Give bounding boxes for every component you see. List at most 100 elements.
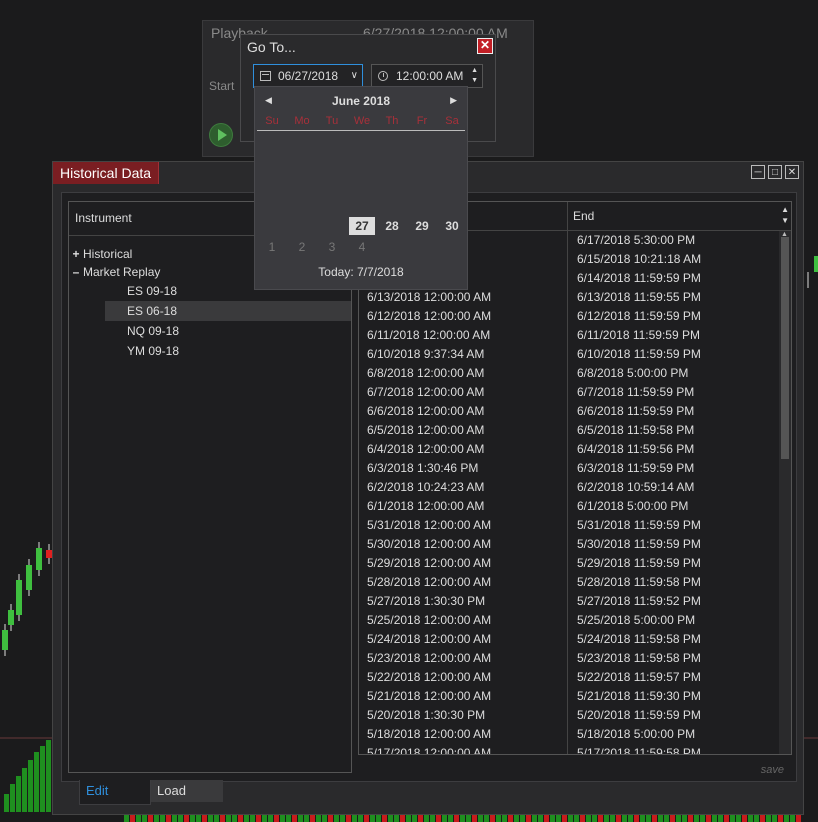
- tree-leaf-instrument[interactable]: YM 09-18: [105, 341, 351, 361]
- calendar-day[interactable]: 29: [409, 217, 435, 235]
- weekday-label: Su: [265, 115, 279, 127]
- weekday-label: Mo: [294, 115, 310, 127]
- table-row[interactable]: 5/28/2018 12:00:00 AM 5/28/2018 11:59:58 …: [359, 573, 777, 592]
- cell-end: 6/7/2018 11:59:59 PM: [577, 385, 695, 399]
- cell-end: 6/17/2018 5:30:00 PM: [577, 233, 696, 247]
- cell-start: 6/11/2018 12:00:00 AM: [367, 328, 491, 342]
- table-row[interactable]: 6/2/2018 10:24:23 AM 6/2/2018 10:59:14 AM: [359, 478, 777, 497]
- table-row[interactable]: 6/3/2018 1:30:46 PM 6/3/2018 11:59:59 PM: [359, 459, 777, 478]
- table-row[interactable]: 5/31/2018 12:00:00 AM 5/31/2018 11:59:59 …: [359, 516, 777, 535]
- tab-load[interactable]: Load: [151, 780, 223, 802]
- table-row[interactable]: 6/7/2018 12:00:00 AM 6/7/2018 11:59:59 PM: [359, 383, 777, 402]
- cell-end: 6/14/2018 11:59:59 PM: [577, 271, 701, 285]
- cell-start: 6/6/2018 12:00:00 AM: [367, 404, 485, 418]
- calendar-divider: [257, 130, 465, 131]
- expand-plus-icon[interactable]: +: [69, 245, 83, 263]
- date-value: 06/27/2018: [278, 69, 339, 83]
- weekday-label: We: [353, 115, 371, 127]
- maximize-icon[interactable]: □: [768, 165, 782, 179]
- save-link[interactable]: save: [761, 764, 784, 776]
- table-row[interactable]: 5/22/2018 12:00:00 AM 5/22/2018 11:59:57 …: [359, 668, 777, 687]
- calendar-day[interactable]: 28: [379, 217, 405, 235]
- cell-end: 6/4/2018 11:59:56 PM: [577, 442, 695, 456]
- minimize-icon[interactable]: ─: [751, 165, 765, 179]
- cell-end: 6/11/2018 11:59:59 PM: [577, 328, 700, 342]
- tree-leaf-instrument[interactable]: ES 06-18: [105, 301, 351, 321]
- calendar-day[interactable]: 30: [439, 217, 465, 235]
- tab-edit[interactable]: Edit: [79, 780, 151, 805]
- cell-start: 6/10/2018 9:37:34 AM: [367, 347, 485, 361]
- calendar-day-next-month[interactable]: 4: [349, 238, 375, 256]
- dialog-title: Go To...: [247, 39, 296, 55]
- cell-start: 5/21/2018 12:00:00 AM: [367, 689, 492, 703]
- time-spinner-icon[interactable]: ▲ ▼: [471, 66, 478, 86]
- sort-arrows-icon[interactable]: ▲ ▼: [781, 204, 789, 226]
- cell-end: 6/5/2018 11:59:58 PM: [577, 423, 695, 437]
- cell-start: 6/13/2018 12:00:00 AM: [367, 290, 492, 304]
- cell-end: 5/30/2018 11:59:59 PM: [577, 537, 701, 551]
- table-row[interactable]: 6/4/2018 12:00:00 AM 6/4/2018 11:59:56 PM: [359, 440, 777, 459]
- cell-end: 5/24/2018 11:59:58 PM: [577, 632, 701, 646]
- date-picker-field[interactable]: 06/27/2018 ∨: [253, 64, 363, 88]
- weekday-label: Th: [385, 115, 399, 127]
- table-row[interactable]: 5/20/2018 1:30:30 PM 5/20/2018 11:59:59 P…: [359, 706, 777, 725]
- calendar-day[interactable]: 27: [349, 217, 375, 235]
- cell-start: 5/23/2018 12:00:00 AM: [367, 651, 492, 665]
- cell-end: 6/8/2018 5:00:00 PM: [577, 366, 689, 380]
- table-row[interactable]: 6/1/2018 12:00:00 AM 6/1/2018 5:00:00 PM: [359, 497, 777, 516]
- cell-end: 5/28/2018 11:59:58 PM: [577, 575, 701, 589]
- next-month-icon[interactable]: ▶: [450, 95, 457, 106]
- scrollbar-thumb[interactable]: [781, 237, 789, 459]
- table-row[interactable]: 5/18/2018 12:00:00 AM 5/18/2018 5:00:00 P…: [359, 725, 777, 744]
- play-icon[interactable]: [209, 123, 233, 147]
- candle-body: [814, 256, 818, 272]
- calendar-day-next-month[interactable]: 1: [259, 238, 285, 256]
- cell-end: 5/22/2018 11:59:57 PM: [577, 670, 701, 684]
- close-icon[interactable]: ✕: [785, 165, 799, 179]
- table-row[interactable]: 5/30/2018 12:00:00 AM 5/30/2018 11:59:59 …: [359, 535, 777, 554]
- calendar-day-next-month[interactable]: 3: [319, 238, 345, 256]
- close-icon[interactable]: ✕: [477, 38, 493, 54]
- table-row[interactable]: 5/17/2018 12:00:00 AM 5/17/2018 11:59:58 …: [359, 744, 777, 755]
- table-row[interactable]: 6/6/2018 12:00:00 AM 6/6/2018 11:59:59 PM: [359, 402, 777, 421]
- time-picker-field[interactable]: 12:00:00 AM ▲ ▼: [371, 64, 483, 88]
- cell-end: 6/13/2018 11:59:55 PM: [577, 290, 701, 304]
- volume-bar: [40, 746, 45, 812]
- table-row[interactable]: 6/11/2018 12:00:00 AM 6/11/2018 11:59:59 …: [359, 326, 777, 345]
- calendar-day-next-month[interactable]: 2: [289, 238, 315, 256]
- table-row[interactable]: 5/21/2018 12:00:00 AM 5/21/2018 11:59:30 …: [359, 687, 777, 706]
- table-row[interactable]: 6/12/2018 12:00:00 AM 6/12/2018 11:59:59 …: [359, 307, 777, 326]
- vertical-scrollbar[interactable]: ▲: [779, 231, 791, 754]
- today-link[interactable]: Today: 7/7/2018: [255, 265, 467, 279]
- table-row[interactable]: 5/29/2018 12:00:00 AM 5/29/2018 11:59:59 …: [359, 554, 777, 573]
- cell-end: 5/21/2018 11:59:30 PM: [577, 689, 701, 703]
- chevron-down-icon[interactable]: ∨: [351, 65, 358, 87]
- cell-start: 5/31/2018 12:00:00 AM: [367, 518, 492, 532]
- cell-start: 5/18/2018 12:00:00 AM: [367, 727, 492, 741]
- volume-bar: [46, 740, 51, 812]
- cell-start: 6/5/2018 12:00:00 AM: [367, 423, 485, 437]
- calendar-month-label: June 2018: [331, 94, 391, 108]
- candle-body: [36, 548, 42, 570]
- cell-start: 5/29/2018 12:00:00 AM: [367, 556, 492, 570]
- volume-bar: [16, 776, 21, 812]
- collapse-minus-icon[interactable]: –: [69, 263, 83, 281]
- table-row[interactable]: 5/24/2018 12:00:00 AM 5/24/2018 11:59:58 …: [359, 630, 777, 649]
- playback-start-label: Start: [209, 79, 235, 93]
- weekday-label: Fr: [416, 115, 428, 127]
- cell-end: 5/23/2018 11:59:58 PM: [577, 651, 701, 665]
- volume-bar: [34, 752, 39, 812]
- cell-start: 5/17/2018 12:00:00 AM: [367, 746, 492, 755]
- table-rows: PM6/17/2018 5:30:00 PM0 AM6/15/2018 10:2…: [359, 231, 777, 755]
- volume-bar: [22, 768, 27, 812]
- table-row[interactable]: 6/13/2018 12:00:00 AM 6/13/2018 11:59:55 …: [359, 288, 777, 307]
- table-row[interactable]: 6/5/2018 12:00:00 AM 6/5/2018 11:59:58 PM: [359, 421, 777, 440]
- table-row[interactable]: 6/8/2018 12:00:00 AM 6/8/2018 5:00:00 PM: [359, 364, 777, 383]
- tree-leaf-instrument[interactable]: NQ 09-18: [105, 321, 351, 341]
- cell-start: 5/27/2018 1:30:30 PM: [367, 594, 486, 608]
- table-row[interactable]: 5/23/2018 12:00:00 AM 5/23/2018 11:59:58 …: [359, 649, 777, 668]
- table-row[interactable]: 5/27/2018 1:30:30 PM 5/27/2018 11:59:52 P…: [359, 592, 777, 611]
- table-row[interactable]: 6/10/2018 9:37:34 AM 6/10/2018 11:59:59 P…: [359, 345, 777, 364]
- column-header-end[interactable]: End: [573, 202, 594, 230]
- table-row[interactable]: 5/25/2018 12:00:00 AM 5/25/2018 5:00:00 P…: [359, 611, 777, 630]
